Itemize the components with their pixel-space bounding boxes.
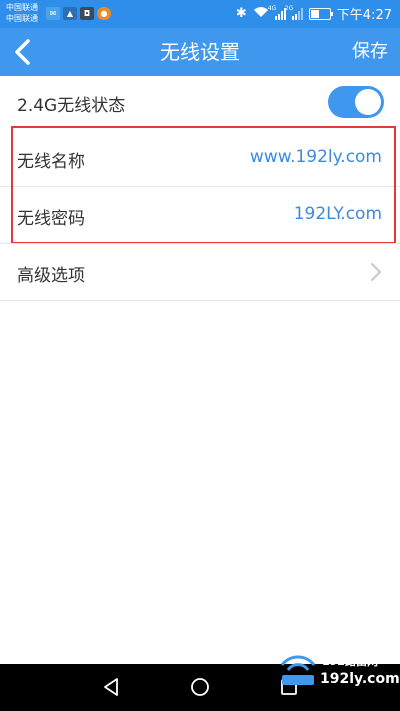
wifi-name-row[interactable]: 无线名称 www.192ly.com bbox=[0, 128, 400, 187]
wifi-status-row: 2.4G无线状态 bbox=[0, 76, 400, 129]
carrier-info: 中国联通 中国联通 bbox=[6, 2, 38, 24]
watermark-top: 192路由网 bbox=[322, 655, 378, 668]
save-button[interactable]: 保存 bbox=[352, 28, 388, 76]
toggle-knob bbox=[355, 89, 381, 115]
page-title: 无线设置 bbox=[160, 40, 240, 64]
gallery-app-icon: ▲ bbox=[63, 7, 77, 20]
network-type-1: 4G bbox=[267, 4, 277, 12]
home-nav-icon[interactable] bbox=[189, 676, 211, 698]
advanced-options-label: 高级选项 bbox=[17, 266, 85, 286]
advanced-options-row[interactable]: 高级选项 bbox=[0, 243, 400, 301]
watermark: 192路由网 192ly.com bbox=[276, 651, 400, 691]
carrier-1: 中国联通 bbox=[6, 3, 38, 12]
clock: 下午4:27 bbox=[336, 8, 392, 23]
notification-icons: ✉ ▲ ◘ ● bbox=[46, 7, 111, 20]
status-bar: 中国联通 中国联通 ✉ ▲ ◘ ● ✱ 4G 2G 下午4:27 bbox=[0, 0, 400, 28]
carrier-2: 中国联通 bbox=[6, 14, 38, 23]
wifi-password-label: 无线密码 bbox=[17, 209, 85, 229]
back-nav-icon[interactable] bbox=[100, 676, 122, 698]
app-header: 无线设置 保存 bbox=[0, 28, 400, 76]
status-icons: ✱ 4G 2G 下午4:27 bbox=[235, 4, 392, 24]
wifi-status-label: 2.4G无线状态 bbox=[17, 96, 126, 116]
network-type-2: 2G bbox=[284, 4, 294, 12]
wifi-icon bbox=[253, 6, 269, 22]
wifi-name-label: 无线名称 bbox=[17, 152, 85, 172]
chevron-right-icon bbox=[371, 263, 381, 281]
battery-icon bbox=[308, 7, 333, 20]
message-app-icon: ✉ bbox=[46, 7, 60, 20]
watermark-text: 192ly.com bbox=[320, 671, 400, 687]
wifi-status-toggle[interactable] bbox=[328, 86, 384, 118]
router-logo-icon bbox=[280, 655, 316, 685]
wifi-password-row[interactable]: 无线密码 192LY.com bbox=[0, 187, 400, 243]
weibo-app-icon: ● bbox=[97, 7, 111, 20]
lock-app-icon: ◘ bbox=[80, 7, 94, 20]
signal-icon-2: 2G bbox=[285, 5, 303, 20]
bluetooth-icon: ✱ bbox=[235, 6, 247, 21]
wifi-password-value[interactable]: 192LY.com bbox=[294, 204, 382, 224]
wifi-name-value[interactable]: www.192ly.com bbox=[250, 147, 382, 167]
